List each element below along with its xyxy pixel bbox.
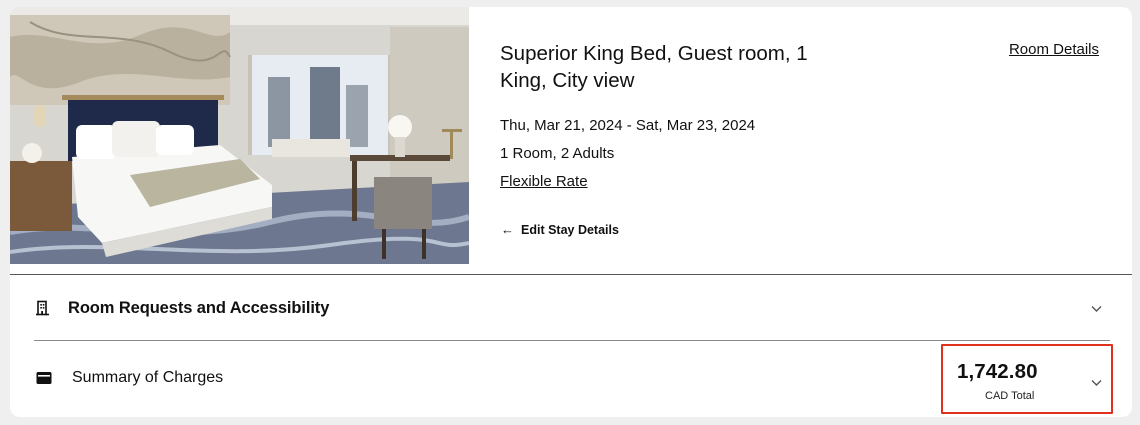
building-icon [36,300,49,316]
guest-count: 1 Room, 2 Adults [500,145,615,162]
room-requests-accordion[interactable]: Room Requests and Accessibility [10,287,1132,329]
total-price: 1,742.80 [957,360,1038,383]
chevron-down-icon [1091,305,1102,312]
wallet-icon [36,372,52,384]
edit-stay-details-label: Edit Stay Details [521,222,619,237]
arrow-left-icon: ← [501,222,514,237]
rate-link[interactable]: Flexible Rate [500,173,588,190]
room-details-link[interactable]: Room Details [1009,41,1099,58]
stay-dates: Thu, Mar 21, 2024 - Sat, Mar 23, 2024 [500,117,756,134]
room-requests-label: Room Requests and Accessibility [68,298,330,317]
room-photo-illustration [10,7,469,264]
section-divider [10,274,1132,275]
edit-stay-details-button[interactable]: ← Edit Stay Details [501,222,619,237]
room-title: Superior King Bed, Guest room, 1 King, C… [500,42,808,92]
total-currency-label: CAD Total [985,390,1035,402]
total-price-box[interactable]: 1,742.80 CAD Total [941,344,1113,414]
row-divider [34,340,1110,341]
chevron-down-icon[interactable] [1090,376,1103,389]
room-photo [10,7,469,264]
booking-card: Superior King Bed, Guest room, 1 King, C… [10,7,1132,417]
summary-of-charges-label: Summary of Charges [72,369,224,386]
